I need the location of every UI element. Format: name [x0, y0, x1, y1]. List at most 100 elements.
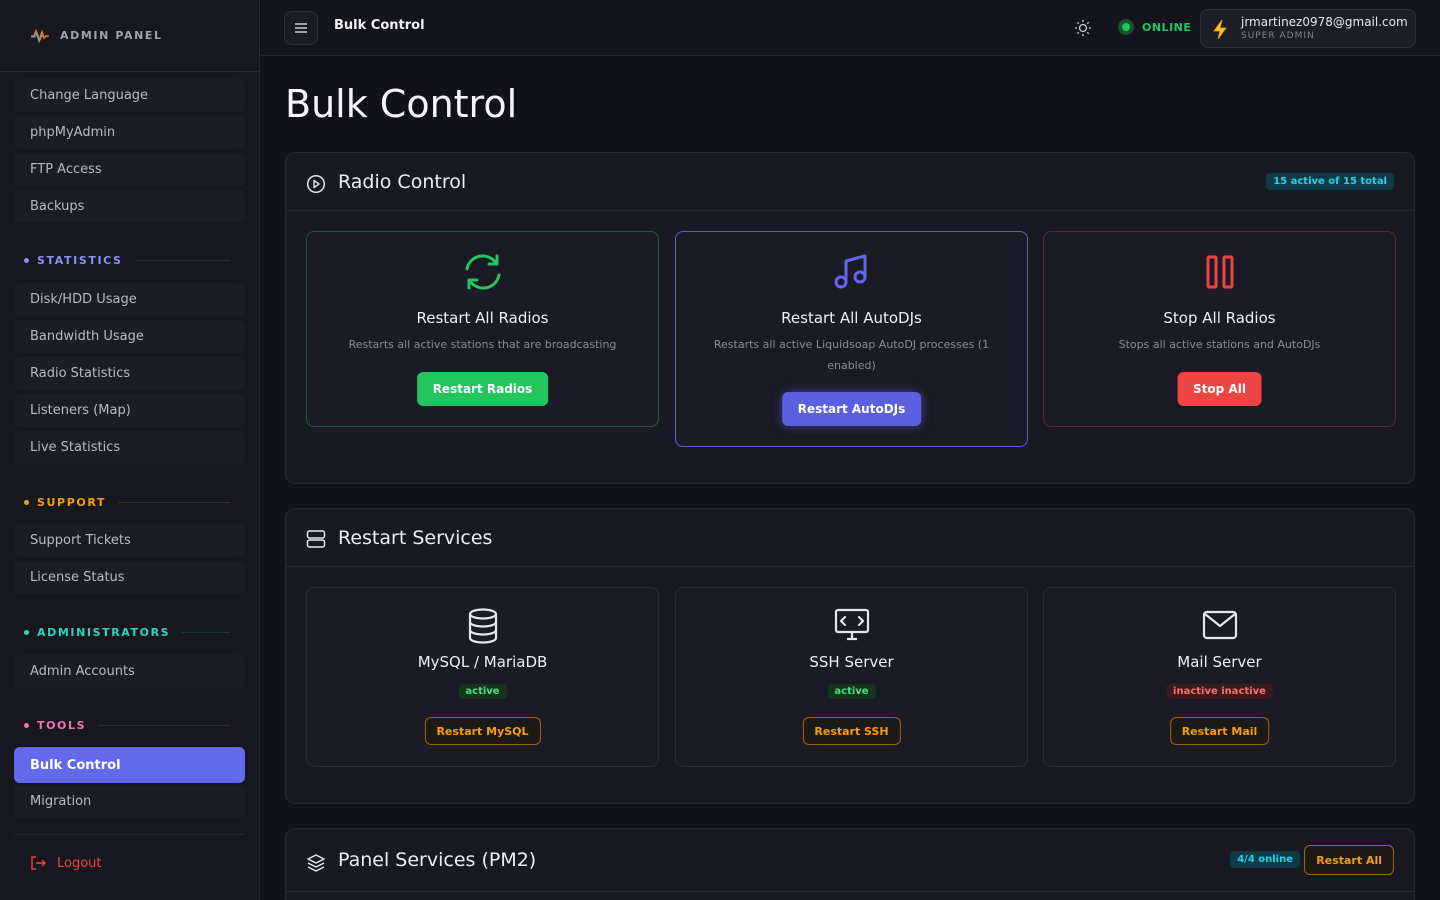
section-statistics: STATISTICS [24, 250, 230, 270]
restart-autodjs-button[interactable]: Restart AutoDJs [781, 392, 922, 426]
card-title: MySQL / MariaDB [417, 653, 548, 671]
section-label: ADMINISTRATORS [37, 625, 171, 639]
panel-services-panel: Panel Services (PM2) 4/4 online Restart … [285, 828, 1415, 900]
user-email: jrmartinez0978@gmail.com [1241, 15, 1408, 29]
server-icon [306, 530, 326, 548]
ssh-service-card: SSH Server active Restart SSH [675, 587, 1028, 767]
sidebar-item-listeners-map[interactable]: Listeners (Map) [14, 394, 245, 427]
panel-title: Radio Control [338, 171, 467, 193]
card-description: Stops all active stations and AutoDJs [1118, 338, 1321, 351]
restart-all-button[interactable]: Restart All [1304, 845, 1394, 875]
card-icon-wrap [1044, 254, 1395, 290]
restart-autodjs-card: Restart All AutoDJs Restarts all active … [675, 231, 1028, 447]
section-dot [24, 257, 29, 263]
lightning-avatar-icon [1213, 19, 1227, 40]
section-line [134, 259, 230, 261]
card-icon-wrap [1044, 610, 1395, 640]
card-title: Stop All Radios [1163, 309, 1276, 327]
sidebar-item-bulk-control[interactable]: Bulk Control [14, 747, 245, 783]
sidebar-item-bandwidth-usage[interactable]: Bandwidth Usage [14, 320, 245, 353]
section-dot [24, 722, 29, 728]
layers-icon [307, 854, 325, 872]
sidebar-item-live-statistics[interactable]: Live Statistics [14, 431, 245, 464]
sidebar-item-radio-statistics[interactable]: Radio Statistics [14, 357, 245, 390]
card-description: Restarts all active stations that are br… [348, 338, 617, 351]
sun-icon [1075, 20, 1091, 36]
user-menu[interactable]: jrmartinez0978@gmail.com SUPER ADMIN [1200, 9, 1416, 48]
card-title: Mail Server [1177, 653, 1262, 671]
logout-label: Logout [57, 855, 102, 871]
play-circle-icon [306, 174, 326, 194]
panel-header: Restart Services [286, 509, 1414, 567]
restart-mail-button[interactable]: Restart Mail [1169, 717, 1270, 745]
database-icon [468, 608, 497, 644]
terminal-icon [834, 608, 869, 641]
mail-icon [1202, 610, 1237, 640]
music-note-icon [834, 254, 866, 289]
card-icon-wrap [676, 608, 1027, 642]
theme-toggle-button[interactable] [1074, 19, 1092, 41]
card-icon-wrap [307, 608, 658, 644]
section-line [118, 501, 230, 503]
sidebar-item-support-tickets[interactable]: Support Tickets [14, 524, 245, 557]
sidebar-item-migration[interactable]: Migration [14, 785, 245, 818]
card-icon-wrap [307, 252, 658, 292]
server-status: ONLINE [1118, 19, 1191, 35]
pause-icon [1206, 255, 1233, 289]
section-line [182, 631, 230, 633]
user-role: SUPER ADMIN [1241, 31, 1315, 41]
logout-button[interactable]: Logout [30, 855, 102, 871]
section-label: SUPPORT [37, 495, 107, 509]
section-tools: TOOLS [24, 715, 230, 735]
section-dot [24, 629, 29, 635]
mysql-service-card: MySQL / MariaDB active Restart MySQL [306, 587, 659, 767]
sidebar-item-admin-accounts[interactable]: Admin Accounts [14, 655, 245, 688]
brand: ADMIN PANEL [0, 0, 259, 72]
logout-divider [14, 834, 245, 835]
panel-header: Radio Control 15 active of 15 total [286, 153, 1414, 211]
status-badge: active [458, 684, 507, 699]
restart-services-panel: Restart Services MySQL / MariaDB active … [285, 508, 1415, 804]
hamburger-icon [295, 23, 307, 33]
status-badge: inactive inactive [1166, 684, 1273, 699]
refresh-icon [465, 254, 500, 290]
restart-radios-card: Restart All Radios Restarts all active s… [306, 231, 659, 427]
sidebar-item-disk-usage[interactable]: Disk/HDD Usage [14, 283, 245, 316]
card-title: Restart All Radios [416, 309, 549, 327]
status-badge: active [827, 684, 876, 699]
sidebar-item-backups[interactable]: Backups [14, 190, 245, 223]
topbar: Bulk Control ONLINE jrmartinez0978@gmail… [261, 0, 1440, 56]
status-text: ONLINE [1142, 20, 1192, 34]
online-count-badge: 4/4 online [1230, 851, 1300, 868]
stop-all-button[interactable]: Stop All [1177, 372, 1262, 406]
active-count-badge: 15 active of 15 total [1266, 173, 1394, 190]
status-dot-icon [1118, 19, 1134, 35]
card-title: SSH Server [809, 653, 894, 671]
sidebar-item-phpmyadmin[interactable]: phpMyAdmin [14, 116, 245, 149]
card-description: Restarts all active Liquidsoap AutoDJ pr… [713, 338, 990, 372]
stop-all-radios-card: Stop All Radios Stops all active station… [1043, 231, 1396, 427]
section-label: TOOLS [37, 718, 87, 732]
sidebar-item-change-language[interactable]: Change Language [14, 79, 245, 112]
radio-control-panel: Radio Control 15 active of 15 total Rest… [285, 152, 1415, 484]
restart-radios-button[interactable]: Restart Radios [416, 372, 549, 406]
sidebar: ADMIN PANEL Change Language phpMyAdmin F… [0, 0, 260, 900]
panel-title: Panel Services (PM2) [338, 849, 537, 871]
page-title: Bulk Control [285, 82, 518, 126]
section-support: SUPPORT [24, 492, 230, 512]
section-dot [24, 499, 29, 505]
brand-label: ADMIN PANEL [60, 29, 163, 42]
sidebar-item-license-status[interactable]: License Status [14, 561, 245, 594]
section-administrators: ADMINISTRATORS [24, 622, 230, 642]
section-label: STATISTICS [37, 253, 123, 267]
waveform-logo-icon [31, 28, 49, 43]
logout-icon [31, 856, 46, 870]
menu-toggle-button[interactable] [284, 11, 318, 45]
topbar-title: Bulk Control [334, 18, 425, 33]
card-title: Restart All AutoDJs [781, 309, 922, 327]
restart-mysql-button[interactable]: Restart MySQL [424, 717, 541, 745]
restart-ssh-button[interactable]: Restart SSH [802, 717, 901, 745]
panel-header: Panel Services (PM2) 4/4 online Restart … [286, 829, 1414, 892]
sidebar-item-ftp-access[interactable]: FTP Access [14, 153, 245, 186]
card-icon-wrap [676, 252, 1027, 292]
